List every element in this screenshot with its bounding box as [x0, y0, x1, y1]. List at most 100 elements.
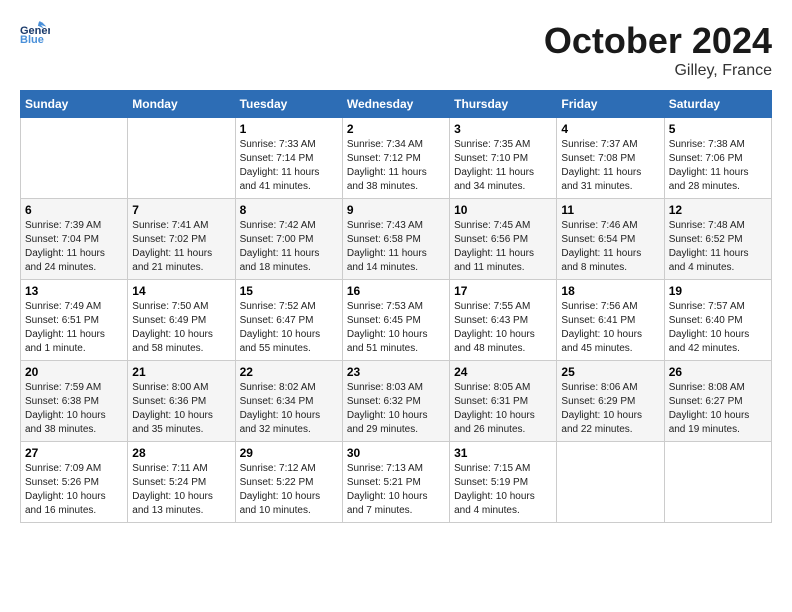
calendar-cell: 6 Sunrise: 7:39 AM Sunset: 7:04 PM Daylig…	[21, 199, 128, 280]
weekday-header: Thursday	[450, 91, 557, 118]
calendar-cell: 15 Sunrise: 7:52 AM Sunset: 6:47 PM Dayli…	[235, 280, 342, 361]
day-info: Sunrise: 7:37 AM Sunset: 7:08 PM Dayligh…	[561, 138, 659, 194]
calendar-cell: 13 Sunrise: 7:49 AM Sunset: 6:51 PM Dayli…	[21, 280, 128, 361]
title-section: October 2024 Gilley, France	[544, 20, 772, 80]
day-number: 10	[454, 203, 552, 217]
logo: General Blue	[20, 20, 50, 45]
day-number: 11	[561, 203, 659, 217]
day-number: 5	[669, 122, 767, 136]
day-number: 9	[347, 203, 445, 217]
day-number: 8	[240, 203, 338, 217]
calendar-cell: 8 Sunrise: 7:42 AM Sunset: 7:00 PM Daylig…	[235, 199, 342, 280]
calendar-cell: 4 Sunrise: 7:37 AM Sunset: 7:08 PM Daylig…	[557, 118, 664, 199]
calendar-cell: 20Sunrise: 7:59 AM Sunset: 6:38 PM Dayli…	[21, 361, 128, 442]
day-info: Sunrise: 8:00 AM Sunset: 6:36 PM Dayligh…	[132, 381, 230, 437]
day-info: Sunrise: 7:39 AM Sunset: 7:04 PM Dayligh…	[25, 219, 123, 275]
day-number: 29	[240, 446, 338, 460]
day-info: Sunrise: 8:06 AM Sunset: 6:29 PM Dayligh…	[561, 381, 659, 437]
calendar-cell: 24 Sunrise: 8:05 AM Sunset: 6:31 PM Dayli…	[450, 361, 557, 442]
weekday-header: Monday	[128, 91, 235, 118]
day-info: Sunrise: 7:42 AM Sunset: 7:00 PM Dayligh…	[240, 219, 338, 275]
calendar-cell: 28 Sunrise: 7:11 AM Sunset: 5:24 PM Dayli…	[128, 442, 235, 523]
calendar-cell: 7 Sunrise: 7:41 AM Sunset: 7:02 PM Daylig…	[128, 199, 235, 280]
location-subtitle: Gilley, France	[544, 62, 772, 80]
calendar-cell: 2Sunrise: 7:34 AM Sunset: 7:12 PM Daylig…	[342, 118, 449, 199]
calendar-cell: 10 Sunrise: 7:45 AM Sunset: 6:56 PM Dayli…	[450, 199, 557, 280]
day-info: Sunrise: 8:05 AM Sunset: 6:31 PM Dayligh…	[454, 381, 552, 437]
calendar-cell: 19 Sunrise: 7:57 AM Sunset: 6:40 PM Dayli…	[664, 280, 771, 361]
calendar-cell	[664, 442, 771, 523]
day-info: Sunrise: 7:46 AM Sunset: 6:54 PM Dayligh…	[561, 219, 659, 275]
day-info: Sunrise: 7:33 AM Sunset: 7:14 PM Dayligh…	[240, 138, 338, 194]
calendar-cell: 26Sunrise: 8:08 AM Sunset: 6:27 PM Dayli…	[664, 361, 771, 442]
day-info: Sunrise: 7:11 AM Sunset: 5:24 PM Dayligh…	[132, 462, 230, 518]
day-info: Sunrise: 7:12 AM Sunset: 5:22 PM Dayligh…	[240, 462, 338, 518]
day-info: Sunrise: 7:52 AM Sunset: 6:47 PM Dayligh…	[240, 300, 338, 356]
day-number: 16	[347, 284, 445, 298]
day-info: Sunrise: 7:49 AM Sunset: 6:51 PM Dayligh…	[25, 300, 123, 356]
day-info: Sunrise: 7:56 AM Sunset: 6:41 PM Dayligh…	[561, 300, 659, 356]
day-number: 4	[561, 122, 659, 136]
calendar-cell: 1 Sunrise: 7:33 AM Sunset: 7:14 PM Daylig…	[235, 118, 342, 199]
calendar-cell: 29 Sunrise: 7:12 AM Sunset: 5:22 PM Dayli…	[235, 442, 342, 523]
day-info: Sunrise: 8:02 AM Sunset: 6:34 PM Dayligh…	[240, 381, 338, 437]
day-number: 18	[561, 284, 659, 298]
day-number: 14	[132, 284, 230, 298]
day-number: 13	[25, 284, 123, 298]
day-info: Sunrise: 7:43 AM Sunset: 6:58 PM Dayligh…	[347, 219, 445, 275]
weekday-header: Wednesday	[342, 91, 449, 118]
day-info: Sunrise: 7:34 AM Sunset: 7:12 PM Dayligh…	[347, 138, 445, 194]
calendar-cell: 12 Sunrise: 7:48 AM Sunset: 6:52 PM Dayli…	[664, 199, 771, 280]
month-title: October 2024	[544, 20, 772, 62]
day-info: Sunrise: 8:08 AM Sunset: 6:27 PM Dayligh…	[669, 381, 767, 437]
day-info: Sunrise: 7:48 AM Sunset: 6:52 PM Dayligh…	[669, 219, 767, 275]
calendar-cell: 23 Sunrise: 8:03 AM Sunset: 6:32 PM Dayli…	[342, 361, 449, 442]
day-number: 28	[132, 446, 230, 460]
day-number: 25	[561, 365, 659, 379]
day-info: Sunrise: 7:57 AM Sunset: 6:40 PM Dayligh…	[669, 300, 767, 356]
day-info: Sunrise: 7:55 AM Sunset: 6:43 PM Dayligh…	[454, 300, 552, 356]
calendar-table: SundayMondayTuesdayWednesdayThursdayFrid…	[20, 90, 772, 523]
calendar-cell: 9 Sunrise: 7:43 AM Sunset: 6:58 PM Daylig…	[342, 199, 449, 280]
day-info: Sunrise: 7:15 AM Sunset: 5:19 PM Dayligh…	[454, 462, 552, 518]
day-info: Sunrise: 7:35 AM Sunset: 7:10 PM Dayligh…	[454, 138, 552, 194]
weekday-header: Friday	[557, 91, 664, 118]
calendar-cell: 25 Sunrise: 8:06 AM Sunset: 6:29 PM Dayli…	[557, 361, 664, 442]
calendar-cell: 11 Sunrise: 7:46 AM Sunset: 6:54 PM Dayli…	[557, 199, 664, 280]
calendar-cell: 5Sunrise: 7:38 AM Sunset: 7:06 PM Daylig…	[664, 118, 771, 199]
day-info: Sunrise: 7:41 AM Sunset: 7:02 PM Dayligh…	[132, 219, 230, 275]
calendar-cell: 22 Sunrise: 8:02 AM Sunset: 6:34 PM Dayli…	[235, 361, 342, 442]
day-info: Sunrise: 7:45 AM Sunset: 6:56 PM Dayligh…	[454, 219, 552, 275]
day-number: 7	[132, 203, 230, 217]
day-number: 22	[240, 365, 338, 379]
calendar-cell: 17 Sunrise: 7:55 AM Sunset: 6:43 PM Dayli…	[450, 280, 557, 361]
calendar-cell: 30Sunrise: 7:13 AM Sunset: 5:21 PM Dayli…	[342, 442, 449, 523]
calendar-cell: 18 Sunrise: 7:56 AM Sunset: 6:41 PM Dayli…	[557, 280, 664, 361]
calendar-cell	[128, 118, 235, 199]
day-number: 31	[454, 446, 552, 460]
day-number: 1	[240, 122, 338, 136]
calendar-cell: 14Sunrise: 7:50 AM Sunset: 6:49 PM Dayli…	[128, 280, 235, 361]
day-info: Sunrise: 7:59 AM Sunset: 6:38 PM Dayligh…	[25, 381, 123, 437]
logo-image: General Blue	[20, 20, 50, 45]
calendar-cell	[557, 442, 664, 523]
day-info: Sunrise: 8:03 AM Sunset: 6:32 PM Dayligh…	[347, 381, 445, 437]
svg-text:Blue: Blue	[20, 34, 44, 45]
day-number: 17	[454, 284, 552, 298]
day-number: 3	[454, 122, 552, 136]
day-number: 6	[25, 203, 123, 217]
day-number: 12	[669, 203, 767, 217]
calendar-cell	[21, 118, 128, 199]
calendar-cell: 31 Sunrise: 7:15 AM Sunset: 5:19 PM Dayli…	[450, 442, 557, 523]
weekday-header: Sunday	[21, 91, 128, 118]
day-number: 23	[347, 365, 445, 379]
day-number: 19	[669, 284, 767, 298]
day-number: 27	[25, 446, 123, 460]
day-info: Sunrise: 7:13 AM Sunset: 5:21 PM Dayligh…	[347, 462, 445, 518]
page-header: General Blue October 2024 Gilley, France	[20, 20, 772, 80]
day-number: 21	[132, 365, 230, 379]
day-number: 15	[240, 284, 338, 298]
day-info: Sunrise: 7:09 AM Sunset: 5:26 PM Dayligh…	[25, 462, 123, 518]
day-number: 24	[454, 365, 552, 379]
weekday-header: Saturday	[664, 91, 771, 118]
